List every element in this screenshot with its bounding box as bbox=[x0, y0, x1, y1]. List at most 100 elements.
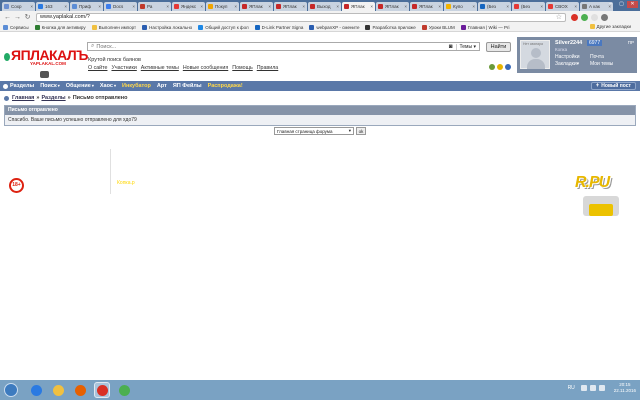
browser-tab[interactable]: (Без × bbox=[478, 2, 511, 11]
pm-badge[interactable]: ПР bbox=[628, 40, 634, 45]
forum-jump-button[interactable]: ok bbox=[356, 127, 366, 135]
browser-tab[interactable]: ЯПлак × bbox=[274, 2, 307, 11]
nav-item[interactable]: Хаос▾ bbox=[100, 83, 116, 89]
tab-close-icon[interactable]: × bbox=[336, 4, 339, 9]
link-new-posts[interactable]: Новые сообщения bbox=[183, 65, 228, 71]
bookmark-item[interactable]: Кнопка для антивиру bbox=[34, 24, 86, 30]
volume-icon[interactable] bbox=[598, 385, 605, 391]
link-active-topics[interactable]: Активные темы bbox=[141, 65, 179, 71]
bookmarks-link[interactable]: Закладки▾ bbox=[555, 61, 579, 67]
star-icon[interactable] bbox=[497, 64, 503, 70]
close-window-icon[interactable]: ✕ bbox=[627, 1, 638, 8]
bookmark-item[interactable]: D-Link Partner Signa bbox=[254, 24, 303, 30]
bookmark-item[interactable]: Разработка приложе bbox=[365, 24, 416, 30]
link-about[interactable]: О сайте bbox=[88, 65, 107, 71]
tab-close-icon[interactable]: × bbox=[268, 4, 271, 9]
pencil-icon[interactable] bbox=[505, 64, 511, 70]
settings-link[interactable]: Настройки bbox=[555, 54, 580, 60]
maximize-icon[interactable]: ▢ bbox=[616, 1, 627, 8]
minimize-icon[interactable]: – bbox=[605, 1, 616, 8]
tab-close-icon[interactable]: × bbox=[302, 4, 305, 9]
extension-icon[interactable] bbox=[581, 13, 588, 21]
browser-tab[interactable]: Приф × bbox=[70, 2, 103, 11]
footer-yellow-text[interactable]: Копка.р bbox=[117, 180, 135, 186]
other-bookmarks[interactable]: Другие закладки bbox=[589, 24, 631, 29]
taskbar-app-ie[interactable] bbox=[28, 382, 44, 398]
tab-close-icon[interactable]: × bbox=[98, 4, 101, 9]
bookmark-item[interactable]: Сервисы bbox=[3, 24, 29, 30]
bookmark-star-icon[interactable]: ☆ bbox=[556, 13, 562, 21]
extension-icon[interactable] bbox=[591, 13, 598, 21]
network-icon[interactable] bbox=[589, 385, 596, 391]
taskbar-app-chrome[interactable] bbox=[94, 382, 110, 398]
bookmark-item[interactable]: Уроки BLUM bbox=[421, 24, 455, 30]
link-help[interactable]: Помощь bbox=[232, 65, 252, 71]
browser-tab[interactable]: Ра × bbox=[138, 2, 171, 11]
nav-item[interactable]: Распродажа! bbox=[208, 83, 243, 89]
tab-close-icon[interactable]: × bbox=[540, 4, 543, 9]
tab-close-icon[interactable]: × bbox=[132, 4, 135, 9]
bookmark-item[interactable]: Общий доступ к фол bbox=[198, 24, 249, 30]
tab-close-icon[interactable]: × bbox=[438, 4, 441, 9]
camera-icon[interactable]: ◙ bbox=[449, 44, 453, 50]
link-members[interactable]: Участники bbox=[111, 65, 136, 71]
browser-tab[interactable]: Купо × bbox=[444, 2, 477, 11]
browser-tab[interactable]: Выход × bbox=[308, 2, 341, 11]
tab-close-icon[interactable]: × bbox=[200, 4, 203, 9]
browser-tab[interactable]: ЯПлак × bbox=[342, 2, 375, 11]
search-scope-select[interactable]: Темы ▾ bbox=[455, 43, 476, 50]
nav-item[interactable]: Поиск▾ bbox=[40, 83, 60, 89]
browser-tab[interactable]: Docs × bbox=[104, 2, 137, 11]
link-rules[interactable]: Правила bbox=[257, 65, 279, 71]
mail-link[interactable]: Почта bbox=[590, 54, 604, 60]
nav-item[interactable]: Разделы bbox=[3, 83, 34, 89]
search-button[interactable]: Найти bbox=[486, 42, 511, 52]
tab-close-icon[interactable]: × bbox=[370, 4, 373, 9]
site-logo[interactable]: ЯПЛАКАЛЪ YAPLAKAL.COM bbox=[4, 47, 88, 66]
breadcrumb-sections[interactable]: Разделы bbox=[41, 95, 65, 101]
browser-tab[interactable]: Покуп × bbox=[206, 2, 239, 11]
taskbar-app-firefox[interactable] bbox=[72, 382, 88, 398]
browser-tab[interactable]: 163 × bbox=[36, 2, 69, 11]
browser-tab[interactable]: CBOX × bbox=[546, 2, 579, 11]
rss-icon[interactable] bbox=[489, 64, 495, 70]
tab-close-icon[interactable]: × bbox=[574, 4, 577, 9]
tab-close-icon[interactable]: × bbox=[234, 4, 237, 9]
tab-close-icon[interactable]: × bbox=[166, 4, 169, 9]
bookmark-item[interactable]: Выполнен импорт bbox=[91, 24, 136, 30]
reload-icon[interactable]: ↻ bbox=[23, 13, 32, 22]
tab-close-icon[interactable]: × bbox=[472, 4, 475, 9]
extension-icon[interactable] bbox=[571, 13, 578, 21]
username[interactable]: Silver2244 bbox=[555, 40, 582, 46]
tab-close-icon[interactable]: × bbox=[506, 4, 509, 9]
taskbar-app-utorrent[interactable] bbox=[116, 382, 132, 398]
browser-tab[interactable]: ЯПлак × bbox=[410, 2, 443, 11]
nav-item[interactable]: ЯП Фейлы bbox=[173, 83, 202, 89]
clock[interactable]: 20:15 22.11.2016 bbox=[614, 382, 636, 394]
search-input[interactable] bbox=[96, 43, 449, 50]
bookmark-item[interactable]: webpanXP - смените bbox=[309, 24, 359, 30]
tray-icon[interactable] bbox=[580, 385, 587, 391]
new-post-button[interactable]: + Новый пост bbox=[590, 82, 636, 90]
language-indicator[interactable]: RU bbox=[568, 385, 575, 391]
tab-close-icon[interactable]: × bbox=[64, 4, 67, 9]
nav-item[interactable]: Арт bbox=[157, 83, 167, 89]
forward-icon[interactable]: → bbox=[13, 13, 22, 22]
nav-item[interactable]: Инкубатор bbox=[122, 83, 151, 89]
back-icon[interactable]: ← bbox=[3, 13, 12, 22]
bookmark-item[interactable]: Главная | Wiki — Pri bbox=[460, 24, 510, 30]
browser-tab[interactable]: (Без × bbox=[512, 2, 545, 11]
bookmark-item[interactable]: Настройка локально bbox=[142, 24, 192, 30]
breadcrumb-home[interactable]: Главная bbox=[12, 95, 34, 101]
nav-item[interactable]: Общение▾ bbox=[66, 83, 94, 89]
start-button[interactable] bbox=[4, 383, 18, 397]
browser-tab[interactable]: ЯПлак × bbox=[376, 2, 409, 11]
tab-close-icon[interactable]: × bbox=[404, 4, 407, 9]
address-bar[interactable]: www.yaplakal.com/? ☆ bbox=[36, 12, 566, 22]
rpu-award-logo[interactable]: R.PU bbox=[575, 174, 627, 218]
tab-close-icon[interactable]: × bbox=[30, 4, 33, 9]
forum-jump-select[interactable]: Главная страница форума ▾ bbox=[274, 127, 354, 135]
browser-tab[interactable]: ЯПлак × bbox=[240, 2, 273, 11]
taskbar-app-explorer[interactable] bbox=[50, 382, 66, 398]
menu-icon[interactable] bbox=[601, 13, 608, 21]
